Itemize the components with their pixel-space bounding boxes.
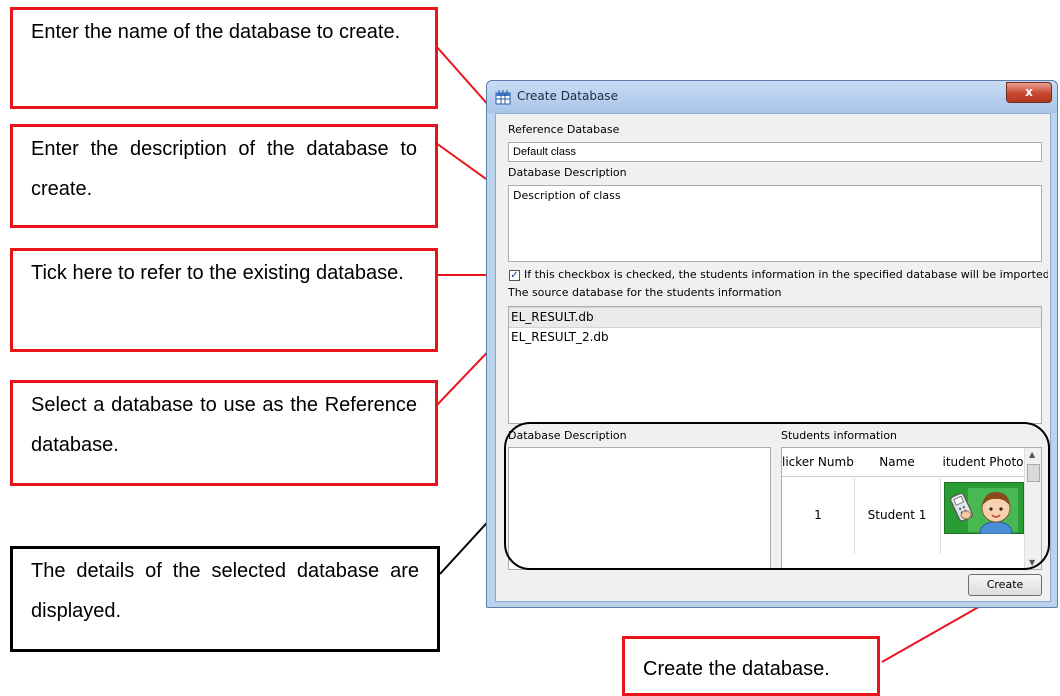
- create-button[interactable]: Create: [968, 574, 1042, 596]
- close-button[interactable]: x: [1006, 82, 1052, 103]
- callout-database-name: Enter the name of the database to create…: [10, 7, 438, 109]
- reference-database-label: Reference Database: [508, 123, 620, 136]
- list-item-database[interactable]: EL_RESULT.db: [509, 307, 1041, 328]
- callout-select-database: Select a database to use as the Referenc…: [10, 380, 438, 486]
- database-description-label: Database Description: [508, 166, 627, 179]
- source-database-list[interactable]: EL_RESULT.db EL_RESULT_2.db: [508, 306, 1042, 424]
- details-highlight-outline: [504, 422, 1050, 570]
- database-description-textarea[interactable]: Description of class: [508, 185, 1042, 262]
- dialog-title: Create Database: [517, 89, 618, 103]
- import-students-checkbox[interactable]: ✓: [509, 270, 520, 281]
- callout-database-description: Enter the description of the database to…: [10, 124, 438, 228]
- database-grid-icon: [495, 90, 511, 105]
- title-bar[interactable]: Create Database x: [487, 81, 1057, 113]
- list-item-database[interactable]: EL_RESULT_2.db: [509, 328, 1041, 347]
- close-icon: x: [1025, 85, 1033, 99]
- source-database-label: The source database for the students inf…: [508, 286, 782, 299]
- callout-details: The details of the selected database are…: [10, 546, 440, 652]
- callout-create: Create the database.: [622, 636, 880, 696]
- import-students-checkbox-label: If this checkbox is checked, the student…: [524, 268, 1048, 281]
- reference-database-input[interactable]: [508, 142, 1042, 162]
- callout-checkbox: Tick here to refer to the existing datab…: [10, 248, 438, 352]
